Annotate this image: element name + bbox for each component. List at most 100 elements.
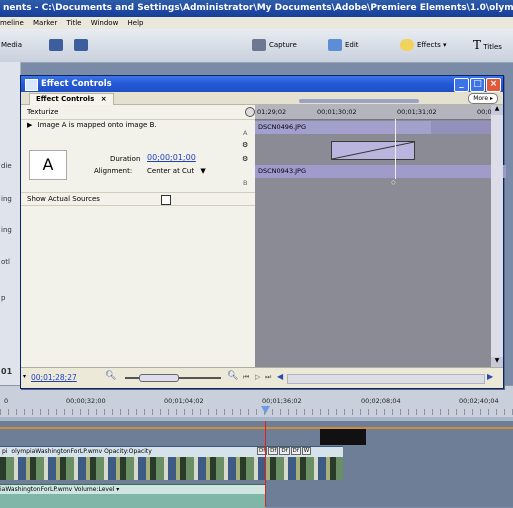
mini-ruler-time: 01;29;02 (257, 108, 287, 116)
effect-properties-pane: Texturize ▶ Image A is mapped onto image… (21, 105, 256, 367)
play-transition-icon[interactable]: ▶ (27, 121, 32, 129)
fx-badge[interactable]: Df (279, 447, 290, 455)
audio-clip[interactable]: iaWashingtonForLP.wmv Volume:Level ▾ (0, 484, 266, 508)
titles-label: Titles (483, 43, 502, 51)
window-icon (25, 79, 38, 91)
video-clip-prefix: pi (2, 448, 8, 455)
tab-close-icon[interactable]: × (101, 95, 107, 103)
step-forward-icon[interactable]: ⏭ (265, 373, 271, 382)
zoom-in-icon[interactable]: 🔍︎ (227, 371, 238, 381)
ruler-time: 00;01;36;02 (262, 397, 302, 405)
timeline-ruler[interactable]: 0 00;00;32;00 00;01;04;02 00;01;36;02 00… (0, 385, 513, 422)
maximize-button[interactable]: □ (470, 78, 485, 92)
cti-handle[interactable]: ◇ (391, 180, 399, 186)
duration-label: Duration (110, 155, 141, 163)
capture-button[interactable]: Capture (252, 38, 297, 52)
main-toolbar: Media Capture Edit Effects ▾ T Titles (0, 29, 513, 63)
audio-clip-header: iaWashingtonForLP.wmv Volume:Level ▾ (0, 485, 266, 494)
ruler-scroll-thumb[interactable] (299, 99, 419, 103)
fx-badge[interactable]: W (301, 447, 312, 455)
fx-badge[interactable]: Df (268, 447, 279, 455)
track-a-letter: A (243, 129, 248, 137)
audio-clip-label: iaWashingtonForLP.wmv Volume:Level (0, 486, 115, 493)
clip-b[interactable]: DSCN0943.JPG (255, 165, 506, 178)
tab-effect-controls[interactable]: Effect Controls × (29, 93, 114, 105)
menu-title[interactable]: Title (66, 17, 81, 29)
fx-badge[interactable]: Df (290, 447, 301, 455)
more-button[interactable]: More ▸ (468, 93, 498, 104)
mini-ruler-time: 00;01;31;02 (397, 108, 437, 116)
ruler-time: 00;02;40;04 (459, 397, 499, 405)
close-button[interactable]: × (486, 78, 501, 92)
mini-ruler[interactable]: 01;29;02 00;01;30;02 00;01;31;02 00;0 (245, 105, 503, 120)
transition-thumbnail: A (29, 150, 67, 180)
effect-timeline-pane: 01;29;02 00;01;30;02 00;01;31;02 00;0 A … (242, 99, 506, 367)
effect-controls-bottom-bar: ▾ 00;01;28;27 🔍︎ 🔍︎ ⏮ ▷ ⏭ ◀ ▶ (21, 367, 503, 388)
menu-window[interactable]: Window (91, 17, 119, 29)
effect-controls-window: Effect Controls _ □ × Effect Controls × … (20, 75, 506, 389)
vertical-scrollbar[interactable]: ▲ ▼ (491, 105, 503, 367)
menu-timeline[interactable]: meline (0, 17, 24, 29)
menu-marker[interactable]: Marker (33, 17, 57, 29)
zoom-slider-thumb[interactable] (139, 374, 179, 382)
video-thumbnails (0, 457, 343, 480)
zoom-slider[interactable] (125, 374, 221, 382)
effects-icon (400, 39, 414, 51)
mini-ruler-time: 00;01;30;02 (317, 108, 357, 116)
capture-label: Capture (269, 41, 297, 49)
scroll-right-button[interactable]: ▶ (487, 372, 493, 381)
edit-label: Edit (345, 41, 359, 49)
app-title-bar: nents - C:\Documents and Settings\Admini… (0, 0, 513, 17)
show-sources-row: Show Actual Sources (21, 192, 255, 206)
scroll-down-button[interactable]: ▼ (491, 357, 503, 367)
mini-ruler-time: 00;0 (477, 108, 492, 116)
thumbnail-letter: A (42, 155, 54, 174)
panel-fragment: otl (1, 258, 10, 266)
undo-button[interactable] (49, 38, 66, 52)
tab-row: Effect Controls × More ▸ (21, 92, 503, 105)
keyframe-icon: ⚙ (242, 155, 249, 163)
ruler-time: 00;01;04;02 (164, 397, 204, 405)
alignment-dropdown[interactable]: Center at Cut ▼ (147, 167, 206, 175)
clip-a-name: DSCN0496.JPG (258, 123, 307, 131)
horizontal-scrollbar[interactable] (287, 374, 485, 384)
ruler-mark-start: 0 (4, 397, 9, 405)
duration-value[interactable]: 00;00;01;00 (147, 153, 196, 162)
capture-icon (252, 39, 266, 51)
scroll-left-button[interactable]: ◀ (277, 372, 283, 381)
keyframe-icon: ⚙ (242, 141, 249, 149)
track-b-letter: B (243, 179, 248, 187)
effect-description: Image A is mapped onto image B. (37, 121, 157, 129)
minimize-button[interactable]: _ (454, 78, 469, 92)
effects-label: Effects (417, 41, 441, 49)
menu-help[interactable]: Help (128, 17, 144, 29)
effects-button[interactable]: Effects ▾ (400, 38, 447, 52)
play-icon[interactable]: ▷ (255, 373, 260, 381)
orange-marker-bar (0, 427, 513, 429)
transition-block[interactable] (331, 141, 415, 160)
transition-diagonal (332, 142, 414, 159)
ruler-ticks (0, 409, 513, 415)
redo-button[interactable] (74, 38, 91, 52)
media-label: Media (1, 41, 23, 49)
show-sources-checkbox[interactable] (161, 195, 171, 205)
panel-fragment: ing (1, 195, 12, 203)
titles-icon: T (473, 38, 482, 52)
step-back-icon[interactable]: ⏮ (243, 373, 249, 382)
zoom-icon[interactable] (245, 107, 255, 117)
clip-a[interactable]: DSCN0496.JPG (255, 121, 434, 134)
effect-controls-titlebar[interactable]: Effect Controls _ □ × (21, 76, 503, 92)
black-clip[interactable] (320, 429, 366, 445)
zoom-out-icon[interactable]: 🔍︎ (105, 371, 116, 381)
timeline-tracks: pi olympiaWashingtonForLP.wmv Opacity:Op… (0, 421, 513, 508)
edit-button[interactable]: Edit (328, 38, 359, 52)
panel-fragment: 01 (1, 367, 13, 376)
ruler-time: 00;02;08;04 (361, 397, 401, 405)
scroll-up-button[interactable]: ▲ (491, 105, 503, 115)
effect-name-row[interactable]: Texturize (21, 105, 255, 120)
media-button[interactable]: Media (1, 38, 22, 52)
more-label: More (473, 95, 489, 102)
titles-button[interactable]: T Titles (473, 38, 502, 52)
ruler-time: 00;00;32;00 (66, 397, 106, 405)
current-timecode[interactable]: 00;01;28;27 (31, 373, 77, 382)
